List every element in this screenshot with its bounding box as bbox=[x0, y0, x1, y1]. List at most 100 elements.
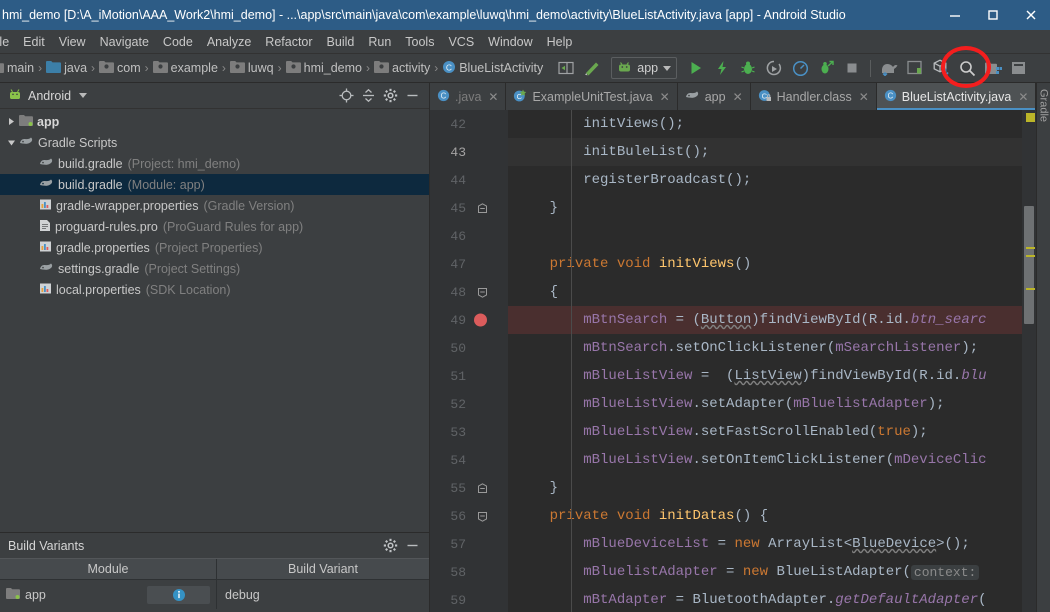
menu-window[interactable]: Window bbox=[481, 33, 539, 51]
fold-marker-start[interactable] bbox=[472, 511, 492, 522]
breadcrumb-item-hmi-demo[interactable]: hmi_demo bbox=[284, 60, 364, 76]
fold-marker-end[interactable] bbox=[472, 202, 492, 214]
gradle-tool-window-label[interactable]: Gradle bbox=[1038, 89, 1050, 122]
profiler-icon[interactable] bbox=[787, 56, 813, 80]
menu-run[interactable]: Run bbox=[361, 33, 398, 51]
locate-icon[interactable] bbox=[335, 85, 357, 107]
info-icon[interactable] bbox=[147, 585, 210, 604]
close-icon[interactable]: ✕ bbox=[488, 90, 498, 104]
code-line[interactable]: private void initViews() bbox=[508, 250, 1022, 278]
search-everywhere-icon[interactable] bbox=[954, 56, 980, 80]
breadcrumb-item-main[interactable]: main bbox=[0, 61, 36, 76]
run-with-coverage-icon[interactable] bbox=[761, 56, 787, 80]
code-line[interactable]: mBlueListView. setOnItemClickListener(mDe… bbox=[508, 446, 1022, 474]
settings-gear-icon[interactable] bbox=[379, 535, 401, 557]
code-line[interactable]: mBtAdapter = BluetoothAdapter. getDefault… bbox=[508, 586, 1022, 612]
hide-panel-icon[interactable] bbox=[401, 85, 423, 107]
tree-item-build-gradle-module[interactable]: build.gradle (Module: app) bbox=[0, 174, 429, 195]
tree-item-proguard-rules-pro[interactable]: proguard-rules.pro (ProGuard Rules for a… bbox=[0, 216, 429, 237]
warning-marker[interactable] bbox=[1026, 288, 1035, 290]
code-text-area[interactable]: initViews (); initBuleList (); registerBro… bbox=[508, 110, 1022, 612]
run-button-icon[interactable] bbox=[683, 56, 709, 80]
close-button[interactable] bbox=[1012, 0, 1050, 30]
build-variant-module-cell[interactable]: app bbox=[0, 580, 217, 609]
tree-item-settings-gradle[interactable]: settings.gradle (Project Settings) bbox=[0, 258, 429, 279]
editor-tab-exampleunittest[interactable]: C ExampleUnitTest.java ✕ bbox=[506, 83, 678, 110]
minimize-button[interactable] bbox=[936, 0, 974, 30]
sync-project-gradle-icon[interactable] bbox=[579, 56, 605, 80]
toggle-editor-layout-icon[interactable] bbox=[553, 56, 579, 80]
tree-item-gradle-properties[interactable]: gradle.properties (Project Properties) bbox=[0, 237, 429, 258]
maximize-button[interactable] bbox=[974, 0, 1012, 30]
warning-marker[interactable] bbox=[1026, 255, 1035, 257]
warning-marker[interactable] bbox=[1026, 247, 1035, 249]
editor-tab-app[interactable]: app ✕ bbox=[678, 83, 751, 110]
fold-marker-start[interactable] bbox=[472, 287, 492, 298]
menu-help[interactable]: Help bbox=[540, 33, 580, 51]
breadcrumb-item-example[interactable]: example bbox=[151, 60, 220, 76]
menu-analyze[interactable]: Analyze bbox=[200, 33, 258, 51]
menu-tools[interactable]: Tools bbox=[398, 33, 441, 51]
tree-item-gradle-scripts[interactable]: Gradle Scripts bbox=[0, 132, 429, 153]
debug-button-icon[interactable] bbox=[735, 56, 761, 80]
code-line[interactable]: mBluelistAdapter = new BlueListAdapter(c… bbox=[508, 558, 1022, 586]
code-line[interactable]: mBlueListView = (ListView) findViewById (R… bbox=[508, 362, 1022, 390]
menu-build[interactable]: Build bbox=[320, 33, 362, 51]
code-line[interactable] bbox=[508, 222, 1022, 250]
layout-inspector-icon[interactable] bbox=[902, 56, 928, 80]
chevron-right-icon[interactable] bbox=[4, 117, 19, 126]
code-line[interactable]: mBlueListView. setAdapter(mBluelistAdapte… bbox=[508, 390, 1022, 418]
column-header-build-variant[interactable]: Build Variant bbox=[217, 559, 429, 579]
warning-marker[interactable] bbox=[1026, 113, 1035, 122]
collapse-all-icon[interactable] bbox=[357, 85, 379, 107]
code-line-breakpoint[interactable]: mBtnSearch = (Button) findViewById (R.id. b… bbox=[508, 306, 1022, 334]
settings-gear-icon[interactable] bbox=[379, 85, 401, 107]
fold-marker-end[interactable] bbox=[472, 482, 492, 494]
hide-panel-icon[interactable] bbox=[401, 535, 423, 557]
column-header-module[interactable]: Module bbox=[0, 559, 217, 579]
code-line[interactable]: mBtnSearch. setOnClickListener(mSearchLis… bbox=[508, 334, 1022, 362]
breakpoint-icon[interactable] bbox=[474, 313, 487, 327]
close-icon[interactable]: ✕ bbox=[1018, 90, 1028, 104]
chevron-down-icon[interactable] bbox=[4, 138, 19, 147]
project-structure-icon[interactable] bbox=[980, 56, 1006, 80]
build-variants-row[interactable]: app debug bbox=[0, 580, 429, 609]
code-line[interactable]: mBlueListView. setFastScrollEnabled(true)… bbox=[508, 418, 1022, 446]
avd-manager-icon[interactable] bbox=[876, 56, 902, 80]
run-configuration-selector[interactable]: app bbox=[611, 57, 678, 79]
chevron-down-icon[interactable] bbox=[79, 93, 88, 98]
tree-item-app[interactable]: app bbox=[0, 111, 429, 132]
scrollbar-thumb[interactable] bbox=[1024, 206, 1034, 324]
code-line[interactable]: initBuleList (); bbox=[508, 138, 1022, 166]
editor-scrollbar[interactable] bbox=[1022, 110, 1036, 612]
tree-item-local-properties[interactable]: local.properties (SDK Location) bbox=[0, 279, 429, 300]
breadcrumb-item-activity[interactable]: activity bbox=[372, 60, 432, 76]
breadcrumb-item-luwq[interactable]: luwq bbox=[228, 60, 276, 76]
tree-item-build-gradle-project[interactable]: build.gradle (Project: hmi_demo) bbox=[0, 153, 429, 174]
build-variant-value-cell[interactable]: debug bbox=[217, 588, 429, 602]
menu-file[interactable]: File bbox=[0, 33, 16, 51]
close-icon[interactable]: ✕ bbox=[733, 90, 743, 104]
code-editor[interactable]: 42 43 44 45 46 47 48 49 50 51 52 53 54 5… bbox=[430, 110, 1036, 612]
stop-button-icon[interactable] bbox=[839, 56, 865, 80]
menu-edit[interactable]: Edit bbox=[16, 33, 52, 51]
tree-item-gradle-wrapper-properties[interactable]: gradle-wrapper.properties (Gradle Versio… bbox=[0, 195, 429, 216]
editor-tab-handler-class[interactable]: C Handler.class ✕ bbox=[751, 83, 877, 110]
breadcrumb-item-java[interactable]: java bbox=[44, 60, 89, 76]
code-line[interactable]: } bbox=[508, 474, 1022, 502]
menu-code[interactable]: Code bbox=[156, 33, 200, 51]
attach-debugger-icon[interactable] bbox=[813, 56, 839, 80]
close-icon[interactable]: ✕ bbox=[660, 90, 670, 104]
menu-navigate[interactable]: Navigate bbox=[93, 33, 156, 51]
extra-panel-icon[interactable] bbox=[1006, 56, 1032, 80]
code-line[interactable]: registerBroadcast (); bbox=[508, 166, 1022, 194]
sdk-manager-icon[interactable] bbox=[928, 56, 954, 80]
close-icon[interactable]: ✕ bbox=[859, 90, 869, 104]
code-line[interactable]: { bbox=[508, 278, 1022, 306]
code-line[interactable]: initViews (); bbox=[508, 110, 1022, 138]
code-line[interactable]: } bbox=[508, 194, 1022, 222]
menu-vcs[interactable]: VCS bbox=[441, 33, 481, 51]
apply-changes-icon[interactable] bbox=[709, 56, 735, 80]
breadcrumb-item-com[interactable]: com bbox=[97, 60, 143, 76]
code-line[interactable]: mBlueDeviceList = new ArrayList< BlueDevi… bbox=[508, 530, 1022, 558]
